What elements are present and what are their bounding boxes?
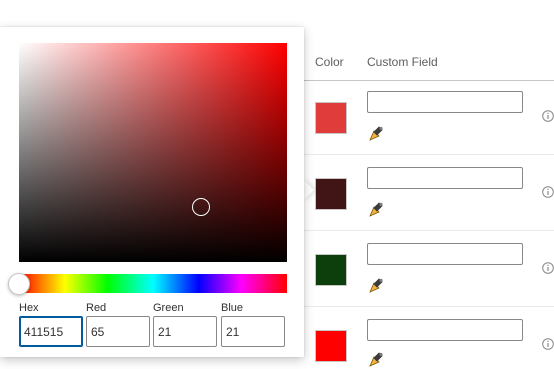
color-swatch[interactable] xyxy=(315,254,347,286)
color-picker-callout: Hex Red Green Blue xyxy=(0,27,304,357)
saturation-value-area[interactable] xyxy=(19,43,287,262)
custom-field-input[interactable] xyxy=(367,243,523,265)
blue-label: Blue xyxy=(221,302,244,314)
paint-brush-icon[interactable] xyxy=(368,276,386,294)
column-header-custom-field[interactable]: Custom Field xyxy=(367,55,438,69)
paint-brush-icon[interactable] xyxy=(368,200,386,218)
info-icon[interactable] xyxy=(542,338,554,350)
color-swatch[interactable] xyxy=(315,330,347,362)
hue-slider[interactable] xyxy=(19,274,287,293)
hex-input[interactable] xyxy=(19,316,83,347)
hue-slider-thumb[interactable] xyxy=(8,273,30,295)
green-label: Green xyxy=(153,302,184,314)
column-header-color[interactable]: Color xyxy=(315,55,344,69)
color-swatch[interactable] xyxy=(315,178,347,210)
blue-input[interactable] xyxy=(221,316,285,347)
red-label: Red xyxy=(86,302,107,314)
info-icon[interactable] xyxy=(542,110,554,122)
color-swatch[interactable] xyxy=(315,102,347,134)
custom-field-input[interactable] xyxy=(367,91,523,113)
custom-field-input[interactable] xyxy=(367,167,523,189)
custom-field-input[interactable] xyxy=(367,319,523,341)
row-divider xyxy=(300,154,554,155)
info-icon[interactable] xyxy=(542,186,554,198)
header-divider xyxy=(300,80,554,81)
red-input[interactable] xyxy=(86,316,150,347)
saturation-value-thumb[interactable] xyxy=(192,198,211,217)
green-input[interactable] xyxy=(153,316,217,347)
info-icon[interactable] xyxy=(542,262,554,274)
paint-brush-icon[interactable] xyxy=(368,350,386,368)
row-divider xyxy=(300,306,554,307)
paint-brush-icon[interactable] xyxy=(368,124,386,142)
row-divider xyxy=(300,230,554,231)
hex-label: Hex xyxy=(19,302,39,314)
